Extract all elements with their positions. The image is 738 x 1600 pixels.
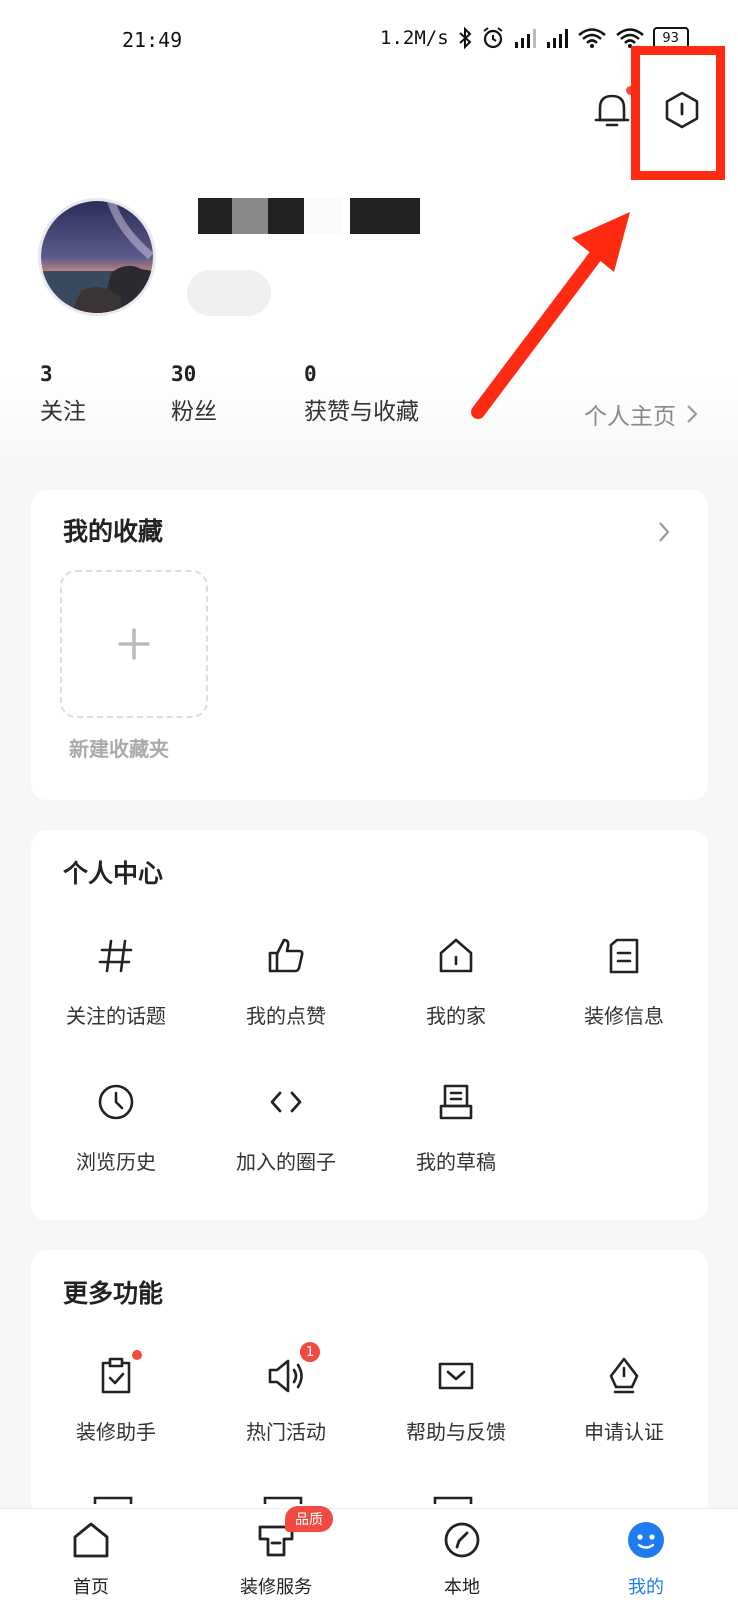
avatar[interactable] xyxy=(38,198,156,316)
chevron-right-icon xyxy=(687,405,698,423)
grid-item-certification[interactable]: 申请认证 xyxy=(539,1354,709,1445)
signal-icon xyxy=(514,29,536,48)
avatar-image xyxy=(41,201,153,313)
document-icon xyxy=(609,938,639,974)
wifi-icon xyxy=(577,28,606,48)
draft-icon xyxy=(439,1084,473,1120)
status-bar: 21:49 1.2M/s 93 xyxy=(0,0,738,86)
stat-number: 3 xyxy=(40,362,53,386)
new-folder-button[interactable] xyxy=(60,570,208,718)
grid-item-label: 热门活动 xyxy=(246,1420,326,1444)
homepage-link[interactable]: 个人主页 xyxy=(584,397,698,431)
signal-icon-2 xyxy=(546,29,568,48)
grid-item-events[interactable]: 1 热门活动 xyxy=(201,1342,371,1445)
grid-item-assistant[interactable]: 装修助手 xyxy=(31,1350,201,1445)
nav-home[interactable]: 首页 xyxy=(31,1519,151,1599)
stat-fans[interactable]: 30 粉丝 xyxy=(171,362,217,426)
grid-item-likes[interactable]: 我的点赞 xyxy=(201,934,371,1029)
stat-following[interactable]: 3 关注 xyxy=(40,362,86,426)
nav-label: 本地 xyxy=(444,1577,480,1598)
grid-item-label: 浏览历史 xyxy=(76,1150,156,1174)
grid-item-label: 申请认证 xyxy=(584,1420,664,1444)
favorites-chevron-icon[interactable] xyxy=(657,520,671,544)
grid-item-label: 我的点赞 xyxy=(246,1004,326,1028)
nav-label: 装修服务 xyxy=(240,1577,312,1598)
personal-center-card: 个人中心 关注的话题 我的点赞 我的家 装修信息 浏览历史 加入的圈子 我的草稿 xyxy=(31,830,708,1220)
stat-likes[interactable]: 0 获赞与收藏 xyxy=(304,362,419,426)
stat-number: 30 xyxy=(171,362,197,386)
pen-nib-icon xyxy=(609,1357,639,1394)
more-functions-title: 更多功能 xyxy=(63,1279,164,1308)
grid-item-label: 我的家 xyxy=(426,1004,486,1028)
thumbs-up-icon xyxy=(268,938,304,973)
bluetooth-icon xyxy=(458,26,472,50)
grid-item-topics[interactable]: 关注的话题 xyxy=(31,934,201,1029)
next-row-icons-peek xyxy=(93,1496,473,1504)
homepage-label: 个人主页 xyxy=(584,404,676,430)
assistant-red-dot xyxy=(132,1350,142,1360)
grid-item-circles[interactable]: 加入的圈子 xyxy=(201,1080,371,1175)
home-icon xyxy=(73,1522,109,1558)
personal-center-title: 个人中心 xyxy=(63,859,164,888)
net-speed: 1.2M/s xyxy=(380,27,449,49)
events-badge: 1 xyxy=(300,1342,320,1362)
stat-label: 粉丝 xyxy=(171,399,217,425)
username-redacted xyxy=(198,198,420,234)
favorites-title: 我的收藏 xyxy=(63,517,164,546)
grid-item-label: 帮助与反馈 xyxy=(406,1420,506,1444)
nav-local[interactable]: 本地 xyxy=(402,1519,522,1599)
quality-badge: 品质 xyxy=(285,1506,333,1532)
grid-item-label: 我的草稿 xyxy=(416,1150,496,1174)
stat-label: 关注 xyxy=(40,399,86,425)
grid-item-label: 关注的话题 xyxy=(66,1004,166,1028)
nav-mine[interactable]: 我的 xyxy=(586,1519,706,1599)
code-brackets-icon xyxy=(270,1091,302,1113)
mail-icon xyxy=(438,1362,474,1390)
favorites-card: 我的收藏 新建收藏夹 xyxy=(31,490,708,800)
profile-tag xyxy=(187,270,271,316)
grid-item-label: 装修信息 xyxy=(584,1004,664,1028)
speaker-icon xyxy=(268,1359,303,1393)
bottom-nav: 首页 装修服务 本地 我的 xyxy=(0,1508,738,1600)
grid-item-home[interactable]: 我的家 xyxy=(371,934,541,1029)
plus-icon xyxy=(118,628,150,660)
grid-item-label: 加入的圈子 xyxy=(236,1150,336,1174)
house-icon xyxy=(439,938,473,973)
grid-item-drafts[interactable]: 我的草稿 xyxy=(371,1080,541,1175)
clipboard-check-icon xyxy=(101,1357,131,1394)
status-time: 21:49 xyxy=(122,28,183,52)
stat-number: 0 xyxy=(304,362,317,386)
alarm-icon xyxy=(483,27,503,49)
bell-icon[interactable] xyxy=(590,88,634,132)
nav-label: 首页 xyxy=(73,1577,109,1598)
nav-label: 我的 xyxy=(628,1577,664,1598)
location-icon xyxy=(444,1522,480,1558)
new-folder-label: 新建收藏夹 xyxy=(69,737,169,761)
hashtag-icon xyxy=(98,939,133,973)
grid-item-help[interactable]: 帮助与反馈 xyxy=(371,1354,541,1445)
grid-item-renovation-info[interactable]: 装修信息 xyxy=(539,934,709,1029)
grid-item-label: 装修助手 xyxy=(76,1420,156,1444)
grid-item-history[interactable]: 浏览历史 xyxy=(31,1080,201,1175)
profile-icon xyxy=(628,1522,664,1558)
clock-icon xyxy=(98,1084,134,1120)
annotation-highlight-box xyxy=(631,46,725,180)
stat-label: 获赞与收藏 xyxy=(304,399,419,425)
more-functions-card: 更多功能 装修助手 1 热门活动 帮助与反馈 申请认证 xyxy=(31,1250,708,1520)
